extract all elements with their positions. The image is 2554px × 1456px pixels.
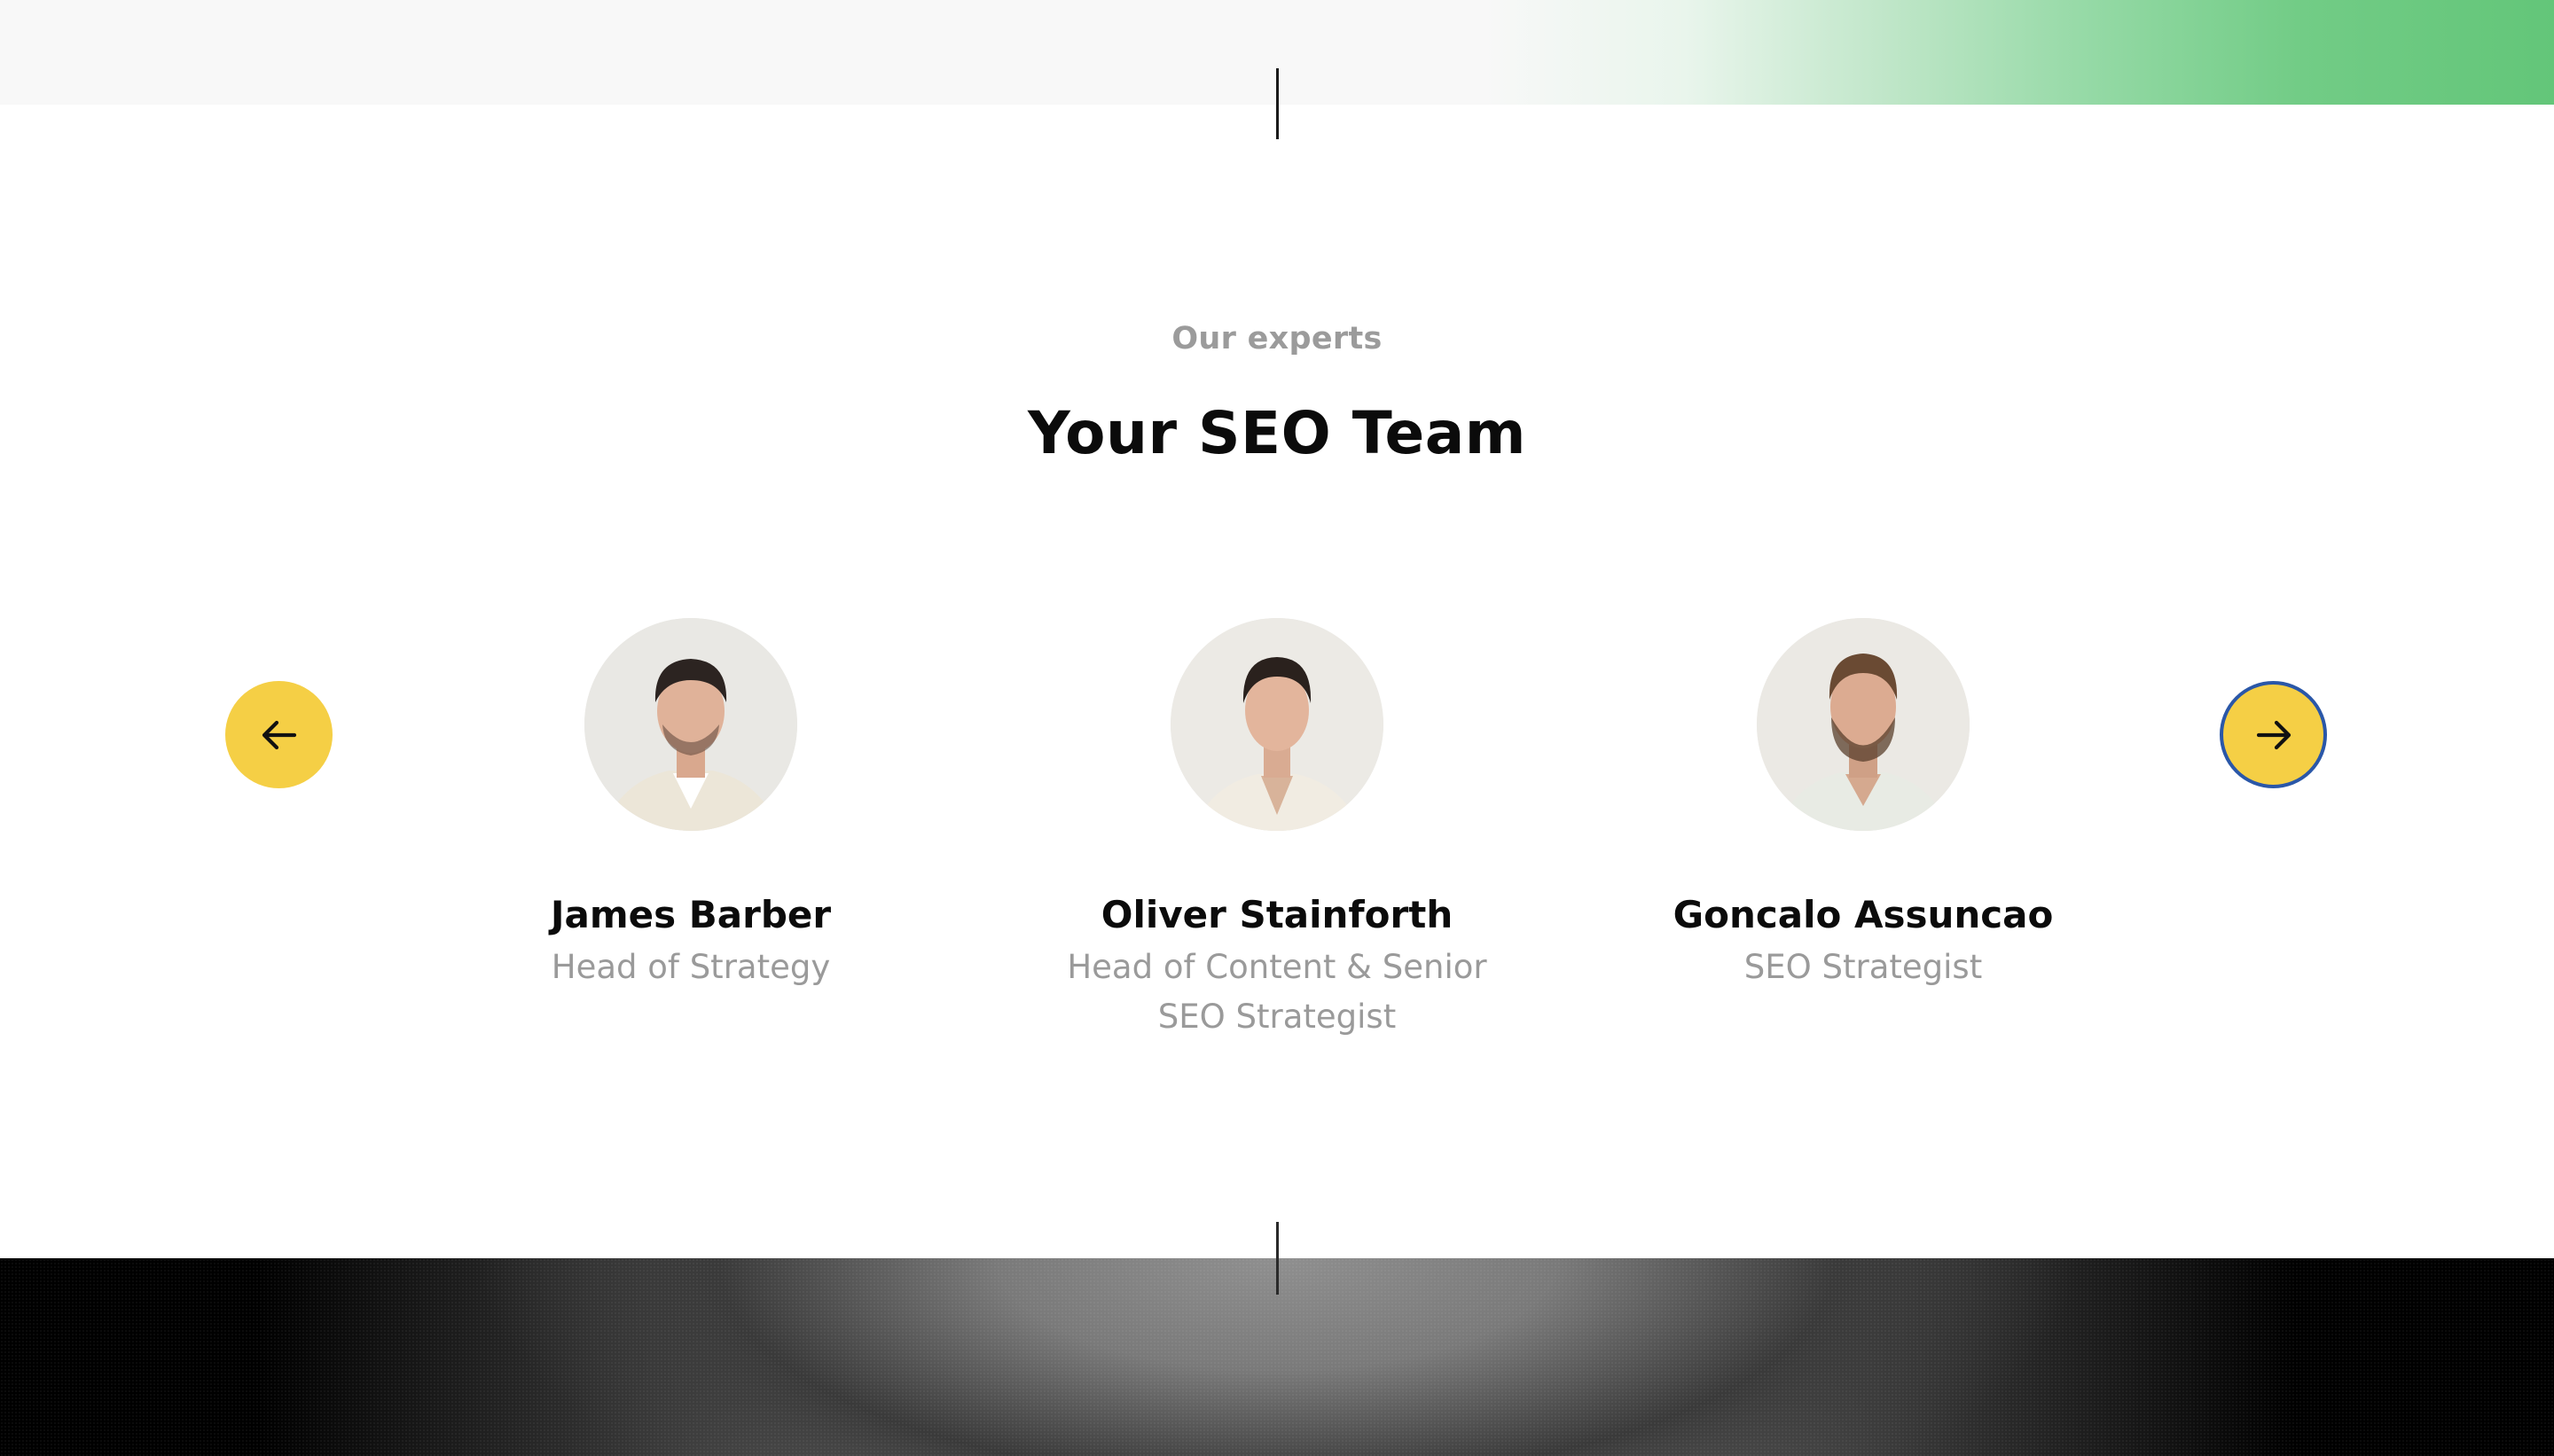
- arrow-right-icon: [2256, 720, 2291, 749]
- team-member-card: Oliver Stainforth Head of Content & Seni…: [1011, 618, 1543, 1042]
- section-divider-bottom: [1276, 1222, 1279, 1295]
- team-member-card: Goncalo Assuncao SEO Strategist: [1597, 618, 2129, 992]
- team-member-photo: [584, 618, 797, 831]
- team-member-name: James Barber: [550, 893, 832, 936]
- section-title: Your SEO Team: [1027, 399, 1527, 467]
- team-member-card: James Barber Head of Strategy: [425, 618, 957, 992]
- portrait-image: [584, 618, 797, 831]
- section-divider-top: [1276, 68, 1279, 139]
- team-member-photo: [1171, 618, 1383, 831]
- team-member-name: Oliver Stainforth: [1101, 893, 1453, 936]
- carousel-prev-button[interactable]: [225, 681, 333, 788]
- page: Our experts Your SEO Team James Barber H…: [0, 0, 2554, 1456]
- team-member-role: SEO Strategist: [1743, 948, 1983, 986]
- team-member-photo: [1757, 618, 1970, 831]
- team-member-role: Head of Content & Senior SEO Strategist: [1067, 948, 1487, 1036]
- section-eyebrow: Our experts: [1171, 321, 1383, 356]
- team-member-role: Head of Strategy: [551, 948, 831, 986]
- team-member-name: Goncalo Assuncao: [1673, 893, 2054, 936]
- portrait-image: [1171, 618, 1383, 831]
- portrait-image: [1757, 618, 1970, 831]
- carousel-next-button[interactable]: [2220, 681, 2327, 788]
- arrow-left-icon: [262, 720, 296, 749]
